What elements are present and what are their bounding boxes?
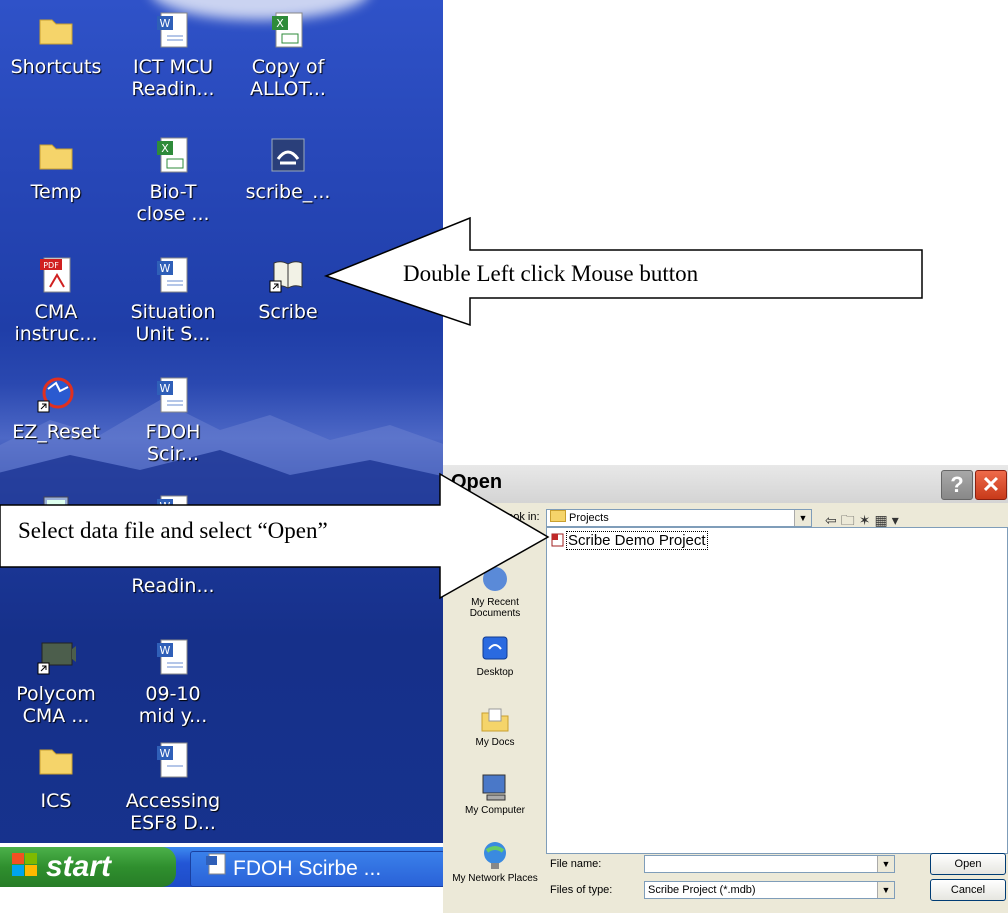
callout-text-top: Double Left click Mouse button xyxy=(403,261,699,286)
callout-text-middle: Select data file and select “Open” xyxy=(18,518,328,543)
callout-overlay xyxy=(0,216,923,600)
